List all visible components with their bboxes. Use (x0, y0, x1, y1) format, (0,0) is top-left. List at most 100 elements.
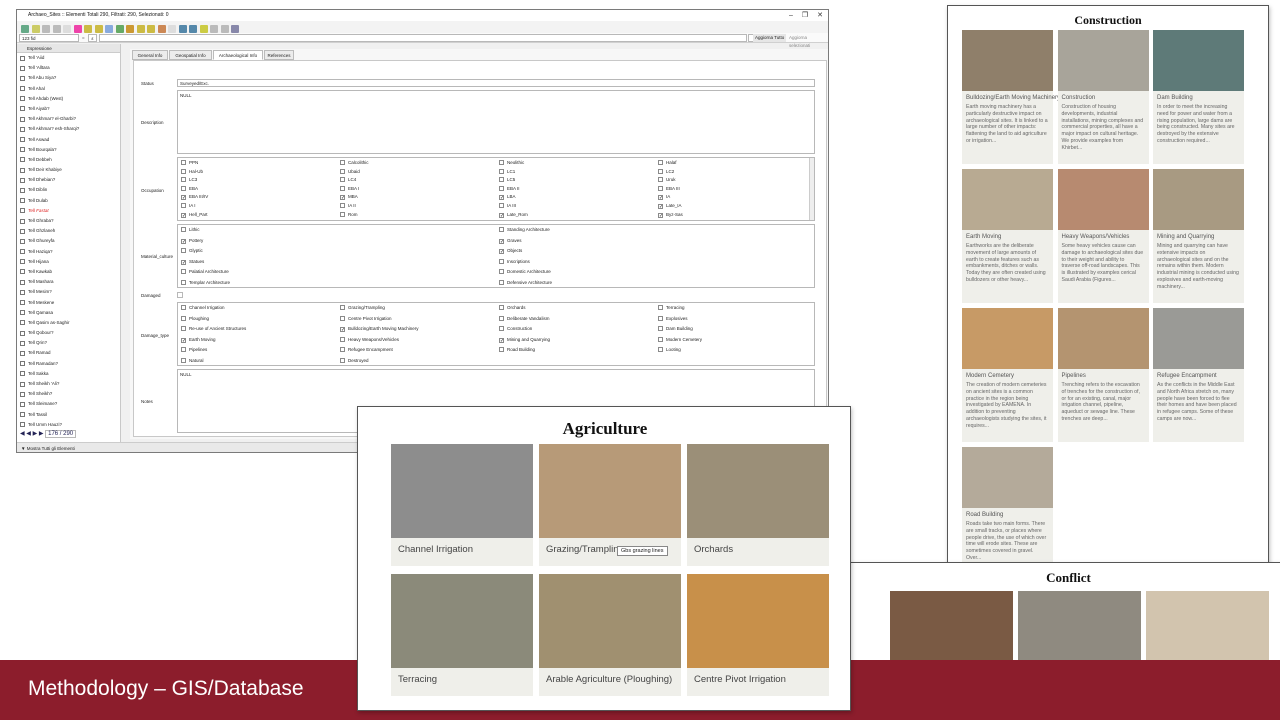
record-checkbox[interactable] (20, 55, 25, 61)
agriculture-card[interactable]: Terracing (391, 574, 533, 696)
checkbox-item[interactable]: Orchards (499, 305, 526, 311)
checkbox-item[interactable]: EBA (181, 185, 198, 192)
checkbox[interactable] (340, 336, 345, 342)
checkbox-item[interactable]: Islamic (181, 220, 203, 221)
list-item[interactable]: Tell Qamasa (17, 308, 120, 318)
checkbox[interactable] (181, 326, 186, 332)
checkbox-item[interactable]: Re-use of Ancient Structures (181, 326, 246, 332)
record-checkbox[interactable] (20, 75, 25, 81)
list-item[interactable]: Tell Debbeh (17, 155, 120, 165)
minimize-button[interactable]: – (784, 10, 798, 21)
checkbox[interactable] (658, 220, 663, 221)
nav-arrows[interactable]: ◀ ◀ ▶ ▶ (20, 431, 45, 437)
list-item[interactable]: Tell Qasim as-Saghir (17, 318, 120, 328)
toolbar-icon[interactable] (84, 25, 92, 33)
checkbox-item[interactable]: Palatial Architecture (181, 269, 229, 275)
checkbox[interactable] (340, 168, 345, 174)
checkbox[interactable] (499, 220, 504, 221)
checkmark-icon[interactable]: ✓ (181, 212, 186, 218)
checkbox-item[interactable]: Road Building (499, 347, 535, 353)
list-item[interactable]: Tell Bourqala? (17, 145, 120, 155)
checkbox-item[interactable]: ✓ IA (658, 194, 670, 201)
record-checkbox[interactable] (20, 208, 25, 214)
checkmark-icon[interactable]: ✓ (499, 337, 504, 343)
toolbar-icon[interactable] (147, 25, 155, 33)
damaged-checkbox[interactable] (177, 292, 183, 298)
list-item[interactable]: Tell Diblin (17, 185, 120, 195)
list-item[interactable]: Tell Ramadan? (17, 359, 120, 369)
record-checkbox[interactable] (20, 320, 25, 326)
checkbox-item[interactable]: LC1 (499, 168, 515, 175)
toolbar-icon[interactable] (178, 25, 187, 33)
list-item[interactable]: Tell Qobour? (17, 328, 120, 338)
checkbox[interactable] (499, 280, 504, 285)
checkbox[interactable] (181, 203, 186, 208)
checkbox-item[interactable]: IA II (340, 203, 356, 209)
record-checkbox[interactable] (20, 269, 25, 275)
list-item[interactable]: Tell Mashara (17, 277, 120, 287)
checkbox[interactable] (658, 185, 663, 191)
checkbox-item[interactable]: ✓ MBA (340, 194, 358, 201)
record-checkbox[interactable] (20, 116, 25, 122)
checkbox[interactable] (181, 160, 186, 165)
checkbox-item[interactable]: EBA II (499, 185, 520, 192)
checkbox-item[interactable]: ✓ Late_Rom (499, 212, 528, 218)
list-item[interactable]: Tell Akhmar? esh-Sharqi? (17, 124, 120, 134)
list-item[interactable]: Tell Meskene (17, 298, 120, 308)
checkbox-item[interactable]: Hal-Ub (181, 168, 203, 175)
checkbox-item[interactable]: ✓ Graves (499, 238, 522, 244)
checkbox-item[interactable]: Channel Irrigation (181, 305, 225, 311)
checkbox[interactable] (658, 177, 663, 183)
record-checkbox[interactable] (20, 289, 25, 295)
toolbar-icon[interactable] (73, 25, 82, 33)
checkbox-item[interactable]: ✓ Byz-Sas (658, 212, 683, 218)
record-checkbox[interactable] (20, 340, 25, 346)
checkmark-icon[interactable]: ✓ (181, 195, 186, 201)
list-item[interactable]: Tell 'Alltara (17, 63, 120, 73)
checkbox[interactable] (181, 185, 186, 191)
checkmark-icon[interactable]: ✓ (499, 212, 504, 218)
checkbox[interactable] (181, 305, 186, 310)
construction-card[interactable]: Construction Construction of housing deve… (1057, 30, 1149, 164)
checkbox-item[interactable]: Ubaid (340, 168, 360, 175)
construction-card[interactable]: Dam Building In order to meet the increas… (1153, 30, 1244, 164)
checkmark-icon[interactable]: ✓ (499, 249, 504, 255)
list-item[interactable]: Tell Haziqa? (17, 247, 120, 257)
record-checkbox[interactable] (20, 187, 25, 193)
record-checkbox[interactable] (20, 300, 25, 305)
list-header[interactable]: Espressione (17, 44, 120, 53)
record-checkbox[interactable] (20, 279, 25, 285)
checkbox[interactable] (499, 258, 504, 264)
list-item[interactable]: Tell Kawkab (17, 267, 120, 277)
checkbox[interactable] (340, 358, 345, 363)
construction-card[interactable]: Mining and Quarrying Mining and quarrying… (1153, 169, 1244, 303)
scrollbar[interactable] (809, 158, 814, 220)
checkbox-item[interactable]: Natural (181, 358, 204, 364)
checkbox-item[interactable]: Middle Isl (499, 220, 526, 221)
checkbox[interactable] (658, 168, 663, 174)
list-item[interactable]: Tell Ghraba? (17, 216, 120, 226)
list-item[interactable]: Tell Akhmar? el-Gharbi? (17, 114, 120, 124)
record-checkbox[interactable] (20, 330, 25, 336)
checkbox[interactable] (181, 168, 186, 174)
checkbox[interactable] (658, 315, 663, 321)
checkbox[interactable] (499, 185, 504, 191)
toolbar-icon[interactable] (199, 25, 208, 33)
checkbox-item[interactable]: Deliberate Vandalism (499, 315, 549, 322)
toolbar-icon[interactable] (220, 25, 229, 33)
status-select[interactable]: Surveyed/Exc. (177, 79, 815, 87)
checkmark-icon[interactable]: ✓ (181, 259, 186, 265)
checkbox[interactable] (340, 347, 345, 353)
checkmark-icon[interactable]: ✓ (499, 238, 504, 244)
list-item[interactable]: Tell Dhebian? (17, 175, 120, 185)
close-button[interactable]: ✕ (813, 10, 827, 21)
record-checkbox[interactable] (20, 371, 25, 377)
checkbox[interactable] (181, 248, 186, 254)
checkbox-item[interactable]: LC5 (499, 177, 515, 183)
toolbar-icon[interactable] (168, 25, 176, 33)
list-item[interactable]: Tell Ghureyfa (17, 236, 120, 246)
field-select[interactable]: 123 fid (19, 34, 79, 42)
record-checkbox[interactable] (20, 381, 25, 387)
record-checkbox[interactable] (20, 86, 25, 92)
checkbox[interactable] (340, 220, 345, 221)
